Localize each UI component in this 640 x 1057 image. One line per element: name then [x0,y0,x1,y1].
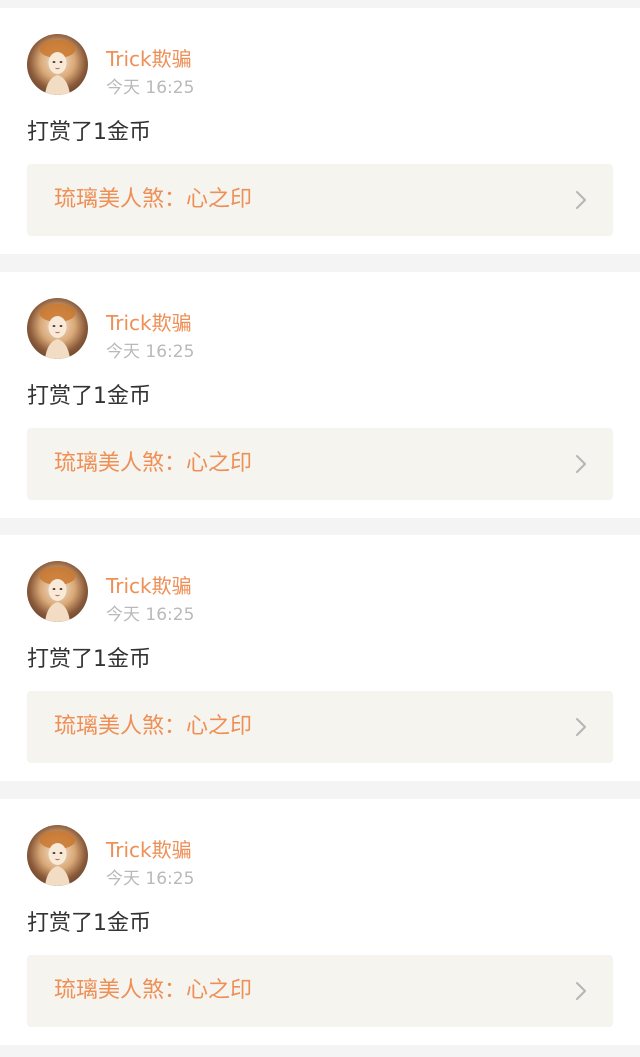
avatar-illustrated-girl-icon [39,831,76,886]
avatar-illustrated-girl-icon [39,40,76,95]
timestamp: 今天 16:25 [106,342,195,362]
reward-feed: Trick欺骗 今天 16:25 打赏了1金币 琉璃美人煞：心之印 Trick欺… [0,0,640,1057]
book-title: 琉璃美人煞：心之印 [54,187,253,212]
user-avatar[interactable] [27,561,88,622]
book-title: 琉璃美人煞：心之印 [54,714,253,739]
user-avatar[interactable] [27,34,88,95]
reward-message: 打赏了1金币 [27,647,151,672]
avatar-illustrated-girl-icon [39,567,76,622]
feed-item: Trick欺骗 今天 16:25 打赏了1金币 琉璃美人煞：心之印 [0,535,640,781]
book-title: 琉璃美人煞：心之印 [54,978,253,1003]
book-link[interactable]: 琉璃美人煞：心之印 [27,955,613,1027]
username[interactable]: Trick欺骗 [106,46,192,72]
chevron-right-icon [576,191,586,209]
chevron-right-icon [576,455,586,473]
user-avatar[interactable] [27,825,88,886]
timestamp: 今天 16:25 [106,869,195,889]
feed-item: Trick欺骗 今天 16:25 打赏了1金币 琉璃美人煞：心之印 [0,8,640,254]
username[interactable]: Trick欺骗 [106,573,192,599]
timestamp: 今天 16:25 [106,605,195,625]
username[interactable]: Trick欺骗 [106,837,192,863]
username[interactable]: Trick欺骗 [106,310,192,336]
book-link[interactable]: 琉璃美人煞：心之印 [27,428,613,500]
book-link[interactable]: 琉璃美人煞：心之印 [27,164,613,236]
chevron-right-icon [576,982,586,1000]
chevron-right-icon [576,718,586,736]
avatar-illustrated-girl-icon [39,304,76,359]
book-link[interactable]: 琉璃美人煞：心之印 [27,691,613,763]
timestamp: 今天 16:25 [106,78,195,98]
reward-message: 打赏了1金币 [27,384,151,409]
feed-item: Trick欺骗 今天 16:25 打赏了1金币 琉璃美人煞：心之印 [0,799,640,1045]
reward-message: 打赏了1金币 [27,911,151,936]
book-title: 琉璃美人煞：心之印 [54,451,253,476]
feed-item: Trick欺骗 今天 16:25 打赏了1金币 琉璃美人煞：心之印 [0,272,640,518]
user-avatar[interactable] [27,298,88,359]
reward-message: 打赏了1金币 [27,120,151,145]
